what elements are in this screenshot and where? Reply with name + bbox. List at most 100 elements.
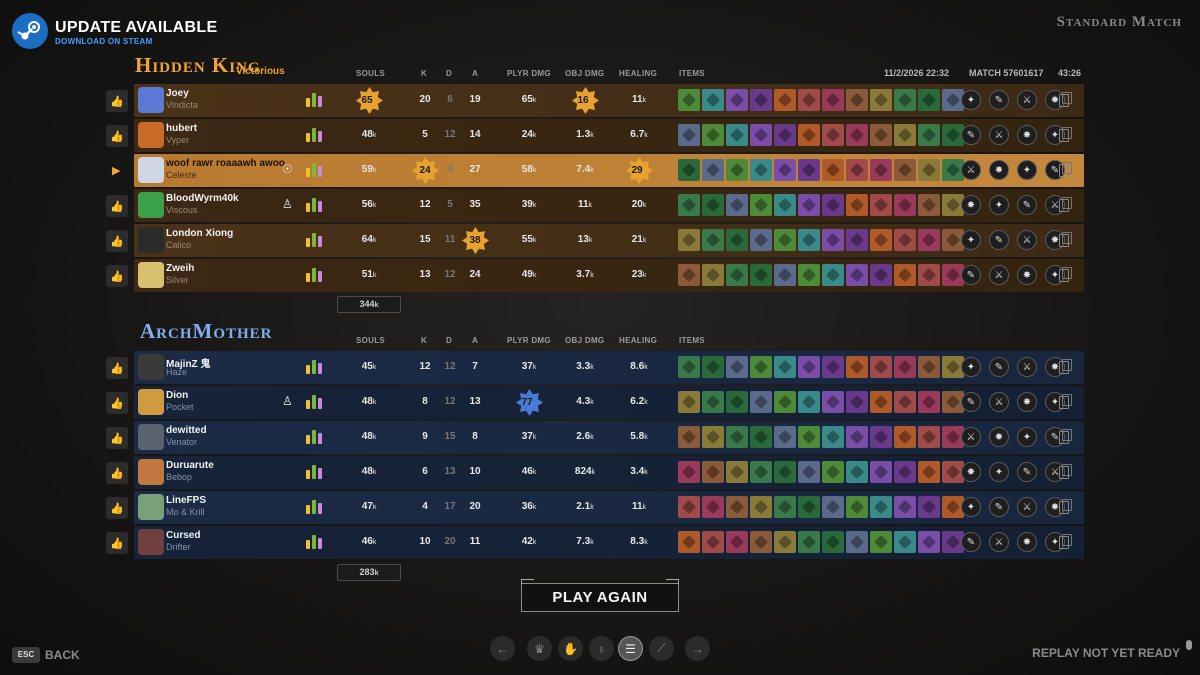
ability-icon[interactable]: ⚔: [1017, 497, 1037, 517]
player-name[interactable]: Duruarute: [166, 460, 214, 471]
back-button[interactable]: BACK: [45, 648, 80, 662]
item-icon[interactable]: [846, 159, 868, 181]
item-icon[interactable]: [870, 356, 892, 378]
trophy-icon[interactable]: ♛: [527, 636, 552, 661]
ability-icon[interactable]: ✸: [1017, 392, 1037, 412]
thumbs-up-icon[interactable]: 👍: [106, 125, 128, 147]
player-row[interactable]: JoeyVindicta65k2061965k16k11k✦✎⚔✸: [134, 84, 1084, 117]
ability-icon[interactable]: ✎: [961, 532, 981, 552]
item-icon[interactable]: [678, 264, 700, 286]
ability-icon[interactable]: ✎: [961, 125, 981, 145]
item-icon[interactable]: [726, 89, 748, 111]
steam-icon[interactable]: [12, 13, 48, 49]
item-icon[interactable]: [798, 531, 820, 553]
item-icon[interactable]: [822, 89, 844, 111]
item-icon[interactable]: [702, 531, 724, 553]
item-icon[interactable]: [822, 194, 844, 216]
thumbs-up-icon[interactable]: 👍: [106, 427, 128, 449]
player-row[interactable]: LineFPS Mo & Krill 47k 4 17 20 36k 2.1k 11k ✦ ✎ ⚔ ✸: [134, 491, 1084, 524]
item-icon[interactable]: [726, 264, 748, 286]
item-icon[interactable]: [702, 194, 724, 216]
player-row[interactable]: BloodWyrm40k Viscous ♙ 56k 12 5 35 39k 11k 20k ✸ ✦ ✎…: [134, 189, 1084, 222]
copy-icon[interactable]: [1059, 534, 1072, 549]
thumbs-up-icon[interactable]: 👍: [106, 90, 128, 112]
ability-icon[interactable]: ✎: [989, 497, 1009, 517]
download-on-steam-link[interactable]: DOWNLOAD ON STEAM: [55, 37, 153, 46]
item-icon[interactable]: [894, 356, 916, 378]
graph-icon[interactable]: ⟋: [649, 636, 674, 661]
item-icon[interactable]: [894, 264, 916, 286]
copy-icon[interactable]: [1059, 394, 1072, 409]
item-icon[interactable]: [918, 194, 940, 216]
item-icon[interactable]: [798, 229, 820, 251]
item-icon[interactable]: [870, 89, 892, 111]
thumbs-up-icon[interactable]: 👍: [106, 195, 128, 217]
item-icon[interactable]: [918, 496, 940, 518]
item-icon[interactable]: [918, 159, 940, 181]
item-icon[interactable]: [894, 426, 916, 448]
item-icon[interactable]: [726, 356, 748, 378]
player-name[interactable]: Joey: [166, 88, 189, 99]
copy-icon[interactable]: [1059, 162, 1072, 177]
ability-icon[interactable]: ⚔: [989, 392, 1009, 412]
copy-icon[interactable]: [1059, 232, 1072, 247]
item-icon[interactable]: [702, 124, 724, 146]
item-icon[interactable]: [702, 229, 724, 251]
item-icon[interactable]: [894, 391, 916, 413]
ability-icon[interactable]: ✎: [961, 265, 981, 285]
item-icon[interactable]: [918, 264, 940, 286]
item-icon[interactable]: [846, 89, 868, 111]
player-name[interactable]: Cursed: [166, 530, 200, 541]
ability-icon[interactable]: ⚔: [1017, 357, 1037, 377]
ability-icon[interactable]: ✸: [1017, 125, 1037, 145]
item-icon[interactable]: [918, 461, 940, 483]
item-icon[interactable]: [846, 264, 868, 286]
copy-icon[interactable]: [1059, 197, 1072, 212]
item-icon[interactable]: [870, 391, 892, 413]
ability-icon[interactable]: ⚔: [1017, 90, 1037, 110]
item-icon[interactable]: [918, 531, 940, 553]
item-icon[interactable]: [774, 531, 796, 553]
item-icon[interactable]: [846, 391, 868, 413]
ability-icon[interactable]: ⚔: [989, 532, 1009, 552]
item-icon[interactable]: [774, 229, 796, 251]
item-icon[interactable]: [822, 391, 844, 413]
item-icon[interactable]: [678, 496, 700, 518]
copy-icon[interactable]: [1059, 92, 1072, 107]
item-icon[interactable]: [702, 89, 724, 111]
item-icon[interactable]: [846, 426, 868, 448]
item-icon[interactable]: [750, 461, 772, 483]
item-icon[interactable]: [750, 159, 772, 181]
scoreboard-list-icon[interactable]: ☰: [618, 636, 643, 661]
item-icon[interactable]: [870, 531, 892, 553]
ability-icon[interactable]: ✎: [961, 392, 981, 412]
item-icon[interactable]: [678, 461, 700, 483]
item-icon[interactable]: [774, 264, 796, 286]
item-icon[interactable]: [822, 159, 844, 181]
item-icon[interactable]: [846, 461, 868, 483]
ability-icon[interactable]: ✸: [961, 462, 981, 482]
item-icon[interactable]: [822, 124, 844, 146]
item-icon[interactable]: [702, 391, 724, 413]
copy-icon[interactable]: [1059, 359, 1072, 374]
hand-icon[interactable]: ✋: [558, 636, 583, 661]
player-row[interactable]: Cursed Drifter 46k 10 20 11 42k 7.3k 8.3k ✎ ⚔ ✸ ✦: [134, 526, 1084, 559]
item-icon[interactable]: [918, 229, 940, 251]
ability-icon[interactable]: ✦: [961, 497, 981, 517]
player-row[interactable]: London Xiong Calico 64k 15 11 38 55k 13k 21k ✦ ✎ ⚔ ✸: [134, 224, 1084, 257]
item-icon[interactable]: [870, 461, 892, 483]
ability-icon[interactable]: ✦: [989, 195, 1009, 215]
player-name[interactable]: Dion: [166, 390, 188, 401]
thumbs-up-icon[interactable]: 👍: [106, 230, 128, 252]
item-icon[interactable]: [726, 426, 748, 448]
item-icon[interactable]: [726, 496, 748, 518]
item-icon[interactable]: [846, 531, 868, 553]
ability-icon[interactable]: ✸: [961, 195, 981, 215]
item-icon[interactable]: [726, 531, 748, 553]
item-icon[interactable]: [918, 391, 940, 413]
nav-prev-arrow-icon[interactable]: ←: [490, 636, 515, 661]
item-icon[interactable]: [846, 194, 868, 216]
item-icon[interactable]: [774, 426, 796, 448]
ability-icon[interactable]: ⚔: [1017, 230, 1037, 250]
item-icon[interactable]: [918, 426, 940, 448]
